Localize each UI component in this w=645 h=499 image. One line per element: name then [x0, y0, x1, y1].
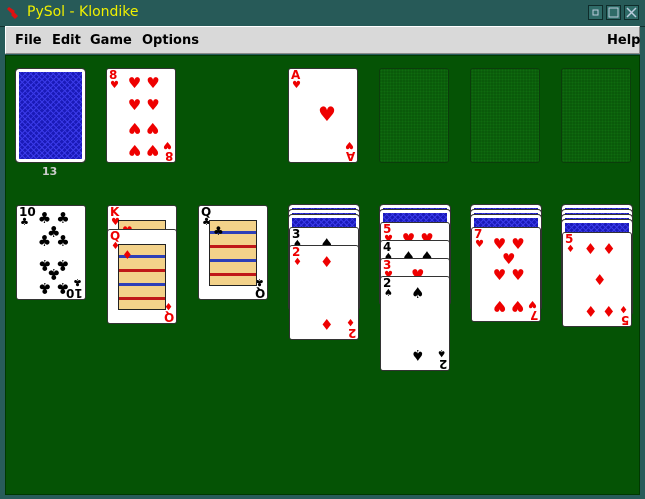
foundation-1-card-suit-icon-bottom: ♥	[345, 139, 354, 150]
pysol-icon[interactable]	[6, 5, 20, 19]
tableau-5-card-4-suit-icon-bottom: ♠	[437, 347, 446, 358]
waste-card-pip-1: ♥	[127, 74, 142, 93]
menu-bar: File Edit Game Options Help	[5, 26, 640, 54]
tableau-3-card-1-court-art: ♣	[209, 220, 257, 286]
tableau-7-card-1-pip-1: ♦	[583, 240, 598, 259]
tableau-4-card-2-suit-icon-bottom: ♦	[346, 316, 355, 327]
tableau-2-card-2-rank-bottom: Q	[163, 310, 174, 324]
tableau-7-card-1-pip-5: ♦	[602, 301, 616, 320]
menu-file[interactable]: File	[15, 33, 42, 48]
tableau-7-card-1-suit-icon: ♦	[566, 244, 575, 255]
stock-count: 13	[42, 165, 58, 178]
menu-options[interactable]: Options	[142, 33, 199, 48]
tableau-6-card-1-pip-7: ♥	[511, 296, 525, 315]
tableau-7-card-1[interactable]: 5 ♦ 5 ♦ ♦ ♦ ♦ ♦ ♦	[562, 232, 632, 327]
tableau-3-card-1-court-suit-icon: ♣	[213, 224, 224, 238]
tableau-6-card-1-suit-icon: ♥	[475, 239, 484, 250]
tableau-3-card-1[interactable]: Q ♣ Q ♣ ♣	[198, 205, 268, 300]
tableau-2-card-2[interactable]: Q ♦ Q ♦ ♦	[107, 229, 177, 324]
tableau-4-card-2-suit-icon: ♦	[293, 257, 302, 268]
waste-card-rank-bottom: 8	[164, 149, 173, 163]
tableau-4-card-2[interactable]: 2 ♦ 2 ♦ ♦ ♦	[289, 245, 359, 340]
menu-edit[interactable]: Edit	[52, 33, 81, 48]
menu-help[interactable]: Help	[607, 33, 640, 48]
tableau-1-card-1[interactable]: 10 ♣ 10 ♣ ♣ ♣ ♣ ♣ ♣ ♣ ♣ ♣ ♣ ♣	[16, 205, 86, 300]
foundation-1-card-rank-bottom: A	[345, 149, 355, 163]
foundation-1-card-pip-1: ♥	[318, 101, 336, 126]
pysol-window: PySol - Klondike File Edit Game Options …	[0, 0, 645, 499]
waste-card-pip-8: ♥	[146, 140, 160, 159]
tableau-5-card-4-pip-2: ♠	[411, 345, 425, 364]
waste-card-pip-5: ♥	[127, 118, 142, 137]
tableau-7-card-1-pip-3: ♦	[593, 270, 607, 289]
tableau-2-card-2-court-suit-icon: ♦	[122, 248, 133, 262]
waste-card-pip-2: ♥	[146, 74, 160, 93]
tableau-6-card-1-pip-4: ♥	[492, 265, 507, 284]
tableau-1-card-1-suit-icon-bottom: ♣	[73, 276, 82, 287]
tableau-3-card-1-rank-bottom: Q	[254, 286, 265, 300]
tableau-6-card-1-suit-icon-bottom: ♥	[528, 298, 537, 309]
tableau-6-card-1-pip-6: ♥	[492, 296, 507, 315]
tableau-4-card-2-pip-2: ♦	[320, 314, 334, 333]
tableau-7-card-1-pip-4: ♦	[583, 301, 598, 320]
waste-card-pip-6: ♥	[146, 118, 160, 137]
waste-card-pip-7: ♥	[127, 140, 142, 159]
foundation-2[interactable]	[379, 68, 449, 163]
tableau-7-card-1-suit-icon-bottom: ♦	[619, 303, 628, 314]
tableau-7-card-1-rank-bottom: 5	[620, 313, 629, 327]
tableau-1-card-1-pip-9: ♣	[37, 278, 52, 297]
tableau-7-card-1-pip-2: ♦	[602, 240, 616, 259]
waste-card[interactable]: 8 ♥ 8 ♥ ♥ ♥ ♥ ♥ ♥ ♥ ♥ ♥	[106, 68, 176, 163]
tableau-2-card-2-court-art: ♦	[118, 244, 166, 310]
menu-game[interactable]: Game	[90, 33, 132, 48]
foundation-1[interactable]: A ♥ A ♥ ♥	[288, 68, 358, 163]
close-icon[interactable]	[624, 5, 639, 20]
waste-card-suit-icon: ♥	[110, 80, 119, 91]
foundation-4[interactable]	[561, 68, 631, 163]
game-table: 13 8 ♥ 8 ♥ ♥ ♥ ♥ ♥ ♥ ♥ ♥ ♥ A ♥ A ♥ ♥ 10 ♣ 10 ♣ ♣ ♣ ♣ ♣ ♣ ♣ ♣ ♣ ♣ ♣ K ♥…	[5, 55, 640, 495]
tableau-4-card-2-rank-bottom: 2	[347, 326, 356, 340]
iconify-icon[interactable]	[588, 5, 603, 20]
window-title: PySol - Klondike	[27, 4, 139, 20]
waste-card-pip-4: ♥	[146, 96, 160, 115]
tableau-1-card-1-pip-4: ♣	[37, 232, 52, 251]
foundation-3[interactable]	[470, 68, 540, 163]
tableau-6-card-1-rank-bottom: 7	[529, 308, 538, 322]
tableau-1-card-1-pip-10: ♣	[56, 278, 70, 297]
waste-card-pip-3: ♥	[127, 96, 142, 115]
tableau-5-card-4-suit-icon: ♠	[384, 288, 393, 299]
maximize-icon[interactable]	[606, 5, 621, 20]
tableau-6-card-1-pip-5: ♥	[511, 265, 525, 284]
tableau-1-card-1-suit-icon: ♣	[20, 217, 29, 228]
tableau-5-card-4-rank-bottom: 2	[438, 357, 447, 371]
tableau-5-card-4[interactable]: 2 ♠ 2 ♠ ♠ ♠	[380, 276, 450, 371]
foundation-1-card-suit-icon: ♥	[292, 80, 301, 91]
title-bar[interactable]: PySol - Klondike	[0, 0, 645, 27]
tableau-6-card-1[interactable]: 7 ♥ 7 ♥ ♥ ♥ ♥ ♥ ♥ ♥ ♥	[471, 227, 541, 322]
tableau-5-card-4-pip-1: ♠	[411, 284, 425, 303]
stock-pile[interactable]	[15, 68, 86, 163]
waste-card-suit-icon-bottom: ♥	[163, 139, 172, 150]
tableau-1-card-1-pip-5: ♣	[56, 232, 70, 251]
tableau-4-card-2-pip-1: ♦	[320, 253, 334, 272]
